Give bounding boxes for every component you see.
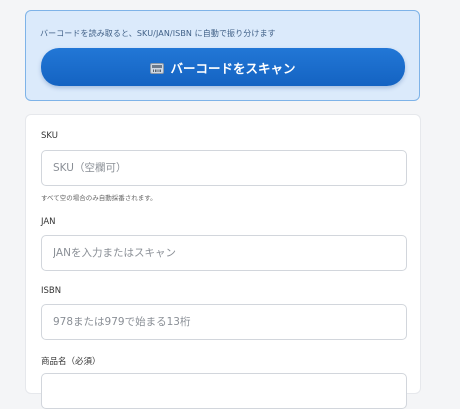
barcode-scanner-icon bbox=[150, 62, 165, 74]
sku-input[interactable] bbox=[41, 150, 407, 186]
sku-label: SKU bbox=[41, 131, 58, 141]
sku-help-text: すべて空の場合のみ自動採番されます。 bbox=[41, 194, 157, 202]
scan-hint-text: バーコードを読み取ると、SKU/JAN/ISBN に自動で振り分けます bbox=[40, 29, 276, 38]
isbn-label: ISBN bbox=[41, 286, 62, 296]
barcode-scan-panel: バーコードを読み取ると、SKU/JAN/ISBN に自動で振り分けます バーコー… bbox=[25, 10, 420, 101]
product-form: SKU すべて空の場合のみ自動採番されます。 JAN ISBN 商品名（必須） bbox=[25, 114, 421, 409]
jan-input[interactable] bbox=[41, 235, 407, 271]
product-name-label: 商品名（必須） bbox=[41, 357, 101, 367]
scan-barcode-button[interactable]: バーコードをスキャン bbox=[41, 48, 405, 86]
jan-label: JAN bbox=[41, 217, 56, 227]
scan-barcode-button-label: バーコードをスキャン bbox=[170, 61, 296, 76]
isbn-input[interactable] bbox=[41, 304, 407, 340]
product-name-input[interactable] bbox=[41, 373, 407, 409]
